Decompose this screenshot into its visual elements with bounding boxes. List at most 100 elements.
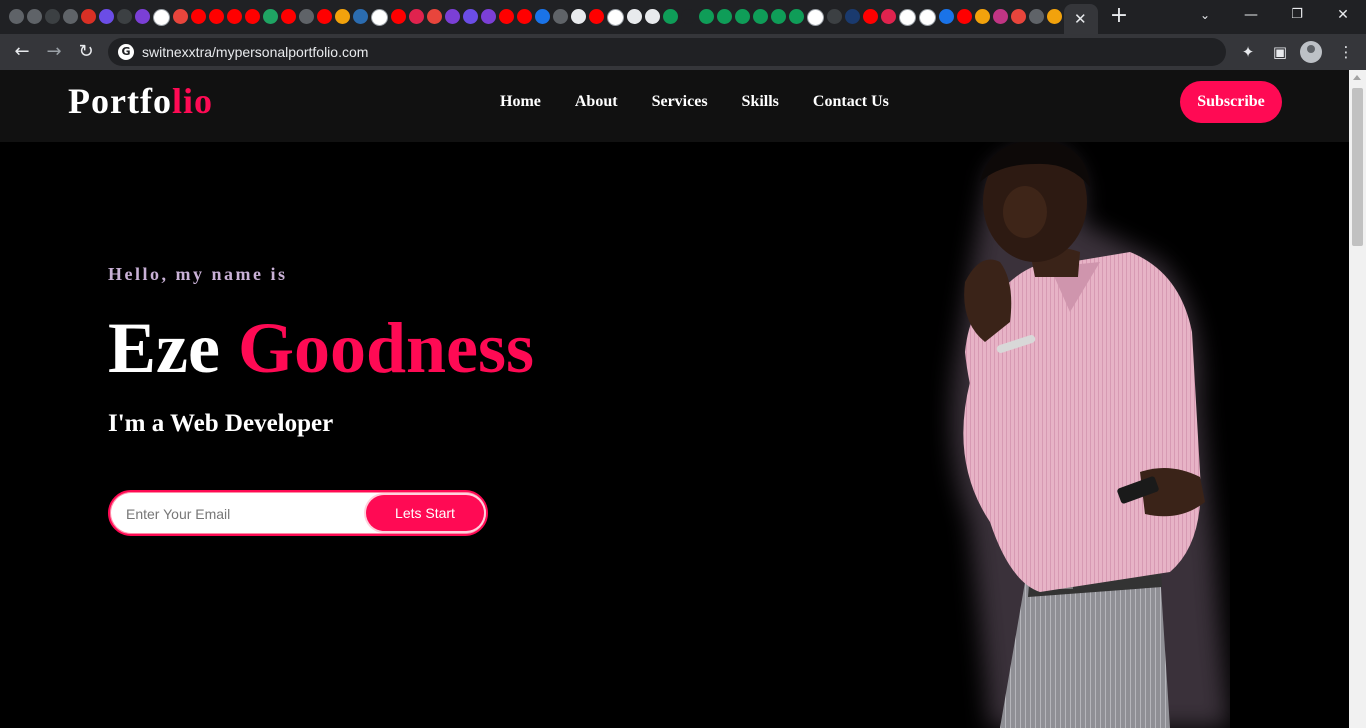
w-icon[interactable] <box>699 9 714 24</box>
youtube-icon[interactable] <box>245 9 260 24</box>
chrome-icon[interactable] <box>63 9 78 24</box>
nest-icon[interactable] <box>409 9 424 24</box>
drive-icon[interactable] <box>263 9 278 24</box>
app-icon[interactable] <box>845 9 860 24</box>
tab-strip: ✕ + ⌄ — ❐ ✕ <box>0 0 1366 34</box>
side-panel-icon[interactable]: ▣ <box>1266 38 1294 66</box>
hero-name: Eze Goodness <box>108 306 534 390</box>
close-tab-icon[interactable]: ✕ <box>1074 9 1087 29</box>
youtube-icon[interactable] <box>317 9 332 24</box>
close-window-button[interactable]: ✕ <box>1320 3 1366 27</box>
w-icon[interactable] <box>771 9 786 24</box>
feather-icon[interactable] <box>353 9 368 24</box>
youtube-icon[interactable] <box>499 9 514 24</box>
scroll-up-arrow[interactable] <box>1353 75 1361 80</box>
subscribe-button[interactable]: Subscribe <box>1180 81 1282 123</box>
nest-icon[interactable] <box>881 9 896 24</box>
site-info-icon[interactable]: G <box>118 44 134 60</box>
chrome-icon[interactable] <box>553 9 568 24</box>
nav-skills[interactable]: Skills <box>742 92 779 112</box>
scroll-thumb[interactable] <box>1352 88 1363 246</box>
extensions-icon[interactable]: ✦ <box>1234 38 1262 66</box>
nav-about[interactable]: About <box>575 92 618 112</box>
minimize-button[interactable]: — <box>1228 3 1274 27</box>
lets-start-button[interactable]: Lets Start <box>366 495 484 531</box>
x-icon[interactable] <box>427 9 442 24</box>
app-icon[interactable] <box>1047 9 1062 24</box>
github-icon[interactable] <box>571 9 586 24</box>
google-icon[interactable] <box>807 9 824 26</box>
logo-main: Portfo <box>68 81 172 121</box>
download-icon[interactable] <box>535 9 550 24</box>
page-scrollbar[interactable] <box>1349 70 1366 728</box>
pin-icon[interactable] <box>173 9 188 24</box>
first-name: Eze <box>108 308 220 388</box>
google-icon[interactable] <box>153 9 170 26</box>
menu-icon[interactable]: ⋮ <box>1332 38 1360 66</box>
purple-d-icon[interactable] <box>99 9 114 24</box>
profile-avatar[interactable] <box>1300 41 1322 63</box>
g-icon[interactable] <box>975 9 990 24</box>
red-v-icon[interactable] <box>81 9 96 24</box>
email-input[interactable] <box>124 492 358 536</box>
new-tab-button[interactable]: + <box>1108 4 1130 28</box>
shield-icon[interactable] <box>445 9 460 24</box>
chrome-icon[interactable] <box>9 9 24 24</box>
shield-icon[interactable] <box>481 9 496 24</box>
hero-role: I'm a Web Developer <box>108 410 334 437</box>
chrome-icon[interactable] <box>299 9 314 24</box>
gear-icon[interactable] <box>939 9 954 24</box>
last-name: Goodness <box>237 308 535 388</box>
instagram-icon[interactable] <box>993 9 1008 24</box>
address-bar[interactable]: G switnexxtra/mypersonalportfolio.com <box>108 38 1226 66</box>
w-icon[interactable] <box>735 9 750 24</box>
logo-accent: lio <box>171 81 213 121</box>
w-icon[interactable] <box>789 9 804 24</box>
app-icon[interactable] <box>827 9 842 24</box>
google-icon[interactable] <box>607 9 624 26</box>
youtube-icon[interactable] <box>281 9 296 24</box>
portrait-photo <box>952 142 1230 728</box>
youtube-icon[interactable] <box>957 9 972 24</box>
email-signup-form: Lets Start <box>108 490 488 536</box>
site-header: Portfolio Home About Services Skills Con… <box>0 70 1349 142</box>
nav-services[interactable]: Services <box>652 92 708 112</box>
f-icon[interactable] <box>681 9 696 24</box>
tab-search-icon[interactable]: ⌄ <box>1182 3 1228 27</box>
youtube-icon[interactable] <box>391 9 406 24</box>
code-icon[interactable] <box>1011 9 1026 24</box>
tab-favicons <box>8 8 1063 26</box>
reload-icon[interactable]: ↻ <box>72 38 100 66</box>
forward-icon[interactable]: → <box>40 38 68 66</box>
w-icon[interactable] <box>753 9 768 24</box>
address-url[interactable]: switnexxtra/mypersonalportfolio.com <box>142 38 368 66</box>
back-icon[interactable]: ← <box>8 38 36 66</box>
restore-button[interactable]: ❐ <box>1274 3 1320 27</box>
nav-home[interactable]: Home <box>500 92 541 112</box>
nav-contact-us[interactable]: Contact Us <box>813 92 889 112</box>
google-icon[interactable] <box>371 9 388 26</box>
youtube-icon[interactable] <box>517 9 532 24</box>
shield-icon[interactable] <box>135 9 150 24</box>
github-icon[interactable] <box>627 9 642 24</box>
app-icon[interactable] <box>45 9 60 24</box>
youtube-icon[interactable] <box>863 9 878 24</box>
w-icon[interactable] <box>717 9 732 24</box>
chrome-icon[interactable] <box>1029 9 1044 24</box>
site-logo[interactable]: Portfolio <box>68 80 213 122</box>
lock-icon[interactable] <box>335 9 350 24</box>
google-icon[interactable] <box>899 9 916 26</box>
github-icon[interactable] <box>645 9 660 24</box>
youtube-icon[interactable] <box>227 9 242 24</box>
youtube-icon[interactable] <box>191 9 206 24</box>
youtube-icon[interactable] <box>209 9 224 24</box>
google-icon[interactable] <box>919 9 936 26</box>
drive-icon[interactable] <box>117 9 132 24</box>
browser-toolbar: ← → ↻ G switnexxtra/mypersonalportfolio.… <box>0 34 1366 70</box>
w-icon[interactable] <box>663 9 678 24</box>
hero-greeting: Hello, my name is <box>108 264 288 284</box>
youtube-icon[interactable] <box>589 9 604 24</box>
chrome-icon[interactable] <box>27 9 42 24</box>
code-icon[interactable] <box>463 9 478 24</box>
active-tab[interactable]: ✕ <box>1064 4 1098 34</box>
